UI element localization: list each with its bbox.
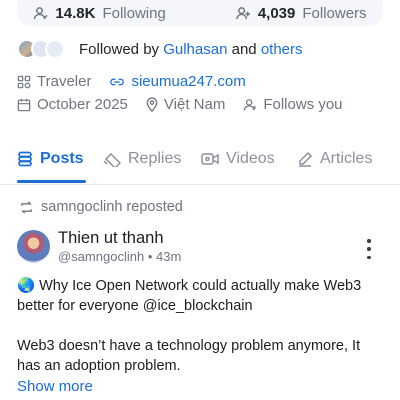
posts-icon (17, 151, 33, 167)
profile-tabs: Posts Replies Videos Articles (0, 142, 400, 185)
tab-posts[interactable]: Posts (17, 150, 84, 168)
following-stat[interactable]: 14.8K Following (33, 4, 166, 22)
repost-indicator[interactable]: samngoclinh reposted (19, 199, 183, 215)
avatar-placeholder (45, 39, 65, 59)
joined-text: October 2025 (37, 96, 128, 113)
tab-articles[interactable]: Articles (297, 150, 372, 168)
followers-users-icon (236, 6, 251, 21)
tab-label: Replies (128, 150, 182, 167)
occupation: Traveler (17, 73, 91, 90)
more-options-button[interactable] (362, 239, 376, 259)
follows-you-text: Follows you (263, 96, 343, 113)
post-paragraph: Web3 doesn’t have a technology problem a… (17, 338, 361, 374)
following-user-icon (33, 6, 48, 21)
repost-icon (19, 200, 34, 214)
tab-label: Articles (320, 150, 373, 167)
link-icon (109, 75, 125, 89)
author-handle[interactable]: @samngoclinh (58, 249, 144, 264)
followed-by-others[interactable]: others (261, 41, 303, 58)
tab-replies[interactable]: Replies (103, 150, 181, 168)
website[interactable]: sieumua247.com (109, 73, 246, 90)
location: Việt Nam (146, 96, 225, 113)
dot (367, 255, 371, 259)
followed-by-text: Followed by Gulhasan and others (79, 41, 303, 58)
avatar[interactable] (17, 230, 50, 263)
followed-by-name[interactable]: Gulhasan (163, 41, 227, 58)
meta-separator: • (147, 249, 153, 264)
profile-meta-row: Traveler sieumua247.com (17, 73, 246, 90)
dot (367, 239, 371, 243)
followed-by-joiner: and (231, 40, 257, 58)
following-label: Following (102, 4, 166, 22)
location-text: Việt Nam (163, 96, 226, 113)
active-tab-indicator (17, 180, 86, 183)
follows-you: Follows you (243, 96, 343, 113)
dot (367, 247, 371, 251)
video-camera-icon (201, 152, 219, 166)
tab-label: Videos (226, 150, 275, 167)
followers-count: 4,039 (257, 4, 296, 22)
post-paragraph: 🌏 Why Ice Open Network could actually ma… (17, 278, 362, 314)
repost-text: samngoclinh reposted (41, 199, 183, 215)
occupation-text: Traveler (37, 73, 92, 90)
following-count: 14.8K (55, 4, 96, 22)
followers-stat[interactable]: 4,039 Followers (236, 5, 367, 22)
calendar-icon (17, 98, 31, 112)
profile-stats-card: 14.8K Following 4,039 Followers (17, 0, 383, 26)
article-pen-icon (297, 151, 313, 167)
mutual-avatars (17, 39, 65, 59)
reply-icon (103, 151, 121, 167)
followed-by-prefix: Followed by (79, 40, 160, 58)
tab-videos[interactable]: Videos (201, 150, 275, 168)
location-pin-icon (146, 97, 158, 112)
profile-meta-row: October 2025 Việt Nam Follows you (17, 96, 343, 113)
post-time: 43m (156, 249, 182, 264)
tab-label: Posts (40, 150, 84, 167)
author-meta: @samngoclinh • 43m (58, 249, 181, 264)
author-name[interactable]: Thien ut thanh (58, 229, 164, 248)
show-more-link[interactable]: Show more (17, 378, 93, 395)
followed-by-row[interactable]: Followed by Gulhasan and others (17, 39, 303, 59)
followers-label: Followers (302, 4, 367, 22)
user-icon (243, 98, 257, 112)
website-link[interactable]: sieumua247.com (131, 73, 245, 90)
post-body: 🌏 Why Ice Open Network could actually ma… (17, 276, 377, 376)
category-icon (17, 75, 31, 89)
joined-date: October 2025 (17, 96, 128, 113)
